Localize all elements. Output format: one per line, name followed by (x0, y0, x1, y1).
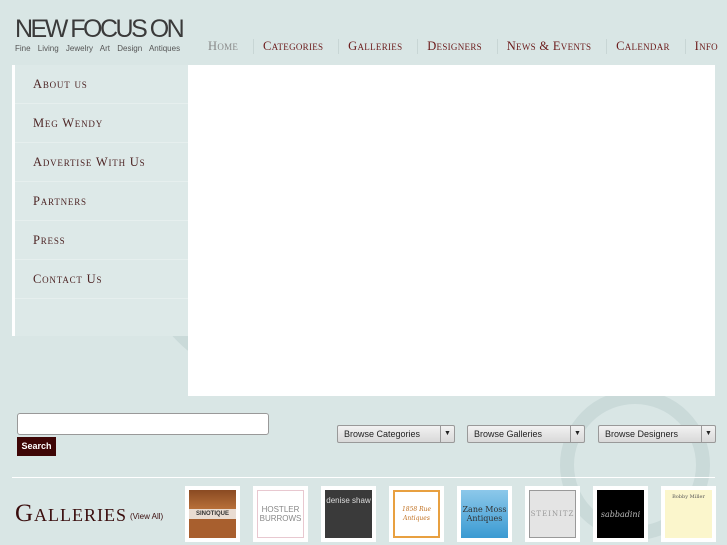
nav-info[interactable]: Info (684, 39, 718, 54)
gallery-thumb-label: STEINITZ (529, 490, 576, 538)
view-all-link[interactable]: (View All) (130, 512, 163, 521)
sidebar-item-about[interactable]: About us (15, 65, 188, 104)
logo-tagline: Fine Living Jewelry Art Design Antiques (15, 44, 181, 53)
gallery-thumb[interactable]: 1858 Rue Antiques (389, 486, 444, 542)
browse-galleries-select[interactable]: Browse Galleries ▼ (467, 425, 585, 443)
sidebar-item-advertise[interactable]: Advertise With Us (15, 143, 188, 182)
sidebar-item-contact[interactable]: Contact Us (15, 260, 188, 299)
sidebar-item-press[interactable]: Press (15, 221, 188, 260)
nav-calendar[interactable]: Calendar (606, 39, 670, 54)
gallery-thumb[interactable]: Bobby Miller (661, 486, 716, 542)
nav-galleries[interactable]: Galleries (338, 39, 402, 54)
divider (12, 477, 715, 478)
select-label: Browse Categories (344, 429, 421, 439)
main-content (188, 65, 715, 396)
gallery-thumb-label: denise shaw (325, 490, 372, 538)
chevron-down-icon: ▼ (440, 426, 454, 442)
logo-title: NEW FOCUS ON (15, 15, 185, 43)
search-input[interactable] (17, 413, 269, 435)
sidebar: About us Meg Wendy Advertise With Us Par… (12, 65, 188, 336)
gallery-thumb-label: Zane Moss Antiques (461, 490, 508, 538)
nav-home[interactable]: Home (208, 39, 238, 54)
browse-designers-select[interactable]: Browse Designers ▼ (598, 425, 716, 443)
chevron-down-icon: ▼ (701, 426, 715, 442)
select-label: Browse Designers (605, 429, 679, 439)
gallery-thumb[interactable]: Zane Moss Antiques (457, 486, 512, 542)
gallery-thumb[interactable]: denise shaw (321, 486, 376, 542)
search-button[interactable]: Search (17, 437, 56, 456)
browse-categories-select[interactable]: Browse Categories ▼ (337, 425, 455, 443)
nav-categories[interactable]: Categories (253, 39, 323, 54)
main-nav: Home Categories Galleries Designers News… (208, 39, 718, 54)
sidebar-item-meg-wendy[interactable]: Meg Wendy (15, 104, 188, 143)
gallery-thumb-label: sabbadini (597, 490, 644, 538)
chevron-down-icon: ▼ (570, 426, 584, 442)
gallery-thumb[interactable]: STEINITZ (525, 486, 580, 542)
galleries-heading: Galleries (15, 500, 128, 527)
logo[interactable]: NEW FOCUS ON Fine Living Jewelry Art Des… (15, 15, 185, 53)
gallery-thumb[interactable]: HOSTLER BURROWS (253, 486, 308, 542)
nav-designers[interactable]: Designers (417, 39, 482, 54)
gallery-thumb-label: SINOTIQUE (189, 490, 236, 538)
gallery-thumb[interactable]: sabbadini (593, 486, 648, 542)
sidebar-item-partners[interactable]: Partners (15, 182, 188, 221)
gallery-thumb-label: Bobby Miller (665, 490, 712, 538)
gallery-thumb-label: HOSTLER BURROWS (257, 490, 304, 538)
gallery-thumb[interactable]: SINOTIQUE (185, 486, 240, 542)
nav-news-events[interactable]: News & Events (496, 39, 592, 54)
gallery-thumb-label: 1858 Rue Antiques (393, 490, 440, 538)
select-label: Browse Galleries (474, 429, 543, 439)
